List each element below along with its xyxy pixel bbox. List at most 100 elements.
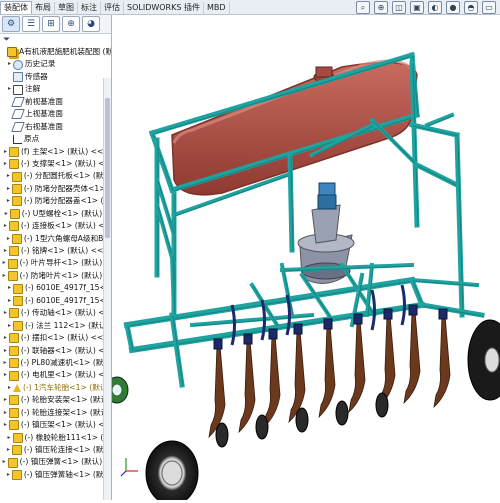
expand-arrow-icon[interactable]: ▸ (2, 345, 9, 357)
tree-item[interactable]: ▸ (-) 橡胶轮胎111<1> (默 (0, 432, 111, 444)
tree-item[interactable]: ▸ 历史记录 (0, 58, 111, 70)
tree-item[interactable]: ▸ (f) 主架<1> (默认) <<默 (0, 146, 111, 158)
expand-arrow-icon[interactable]: ▸ (2, 357, 9, 369)
tree-item[interactable]: ▸ (-) U型螺栓<1> (默认) < (0, 208, 111, 220)
expand-arrow-icon[interactable]: ▸ (3, 208, 10, 220)
tree-item-label: (-) 镇压弹簧轴<1> (默认 (23, 469, 111, 479)
expand-arrow-icon[interactable]: ▸ (6, 382, 13, 394)
tree-item[interactable]: ▸ (-) 传动轴<1> (默认) << (0, 307, 111, 319)
tree-item[interactable]: ▸ (-) 法兰 112<1> (默认) (0, 320, 111, 332)
tree-item[interactable]: ▸ (-) 铭牌<1> (默认) <<默 (0, 245, 111, 257)
tree-item[interactable]: ▸ (-) 防堵分配器盖<1> (默 (0, 195, 111, 207)
tree-item[interactable]: ▸ (-) 镇压弹簧<1> (默认) < (0, 456, 111, 468)
expand-arrow-icon[interactable]: ▸ (6, 432, 13, 444)
search-icon[interactable]: ⌕ (356, 1, 370, 14)
expand-arrow-icon[interactable]: ▸ (5, 469, 12, 481)
expand-arrow-icon[interactable]: ▸ (5, 183, 12, 195)
tree-item[interactable]: ▸ (-) 防堵叶片<1> (默认) < (0, 270, 111, 282)
expand-arrow-icon[interactable]: ▸ (6, 295, 13, 307)
tree-item[interactable]: ▸ (-) 电机里<1> (默认) << (0, 369, 111, 381)
scrollbar-thumb[interactable] (105, 98, 110, 238)
tree-item[interactable]: 前视基准面 (0, 96, 111, 108)
tree-item[interactable]: ▸ (-) 轮胎安装架<1> (默认) (0, 394, 111, 406)
zoom-icon[interactable]: ⊕ (374, 1, 388, 14)
expand-arrow-icon[interactable]: ▸ (2, 146, 9, 158)
expand-arrow-icon[interactable]: ▸ (5, 195, 12, 207)
motor-cap (318, 182, 336, 196)
expand-arrow-icon[interactable]: ▸ (2, 220, 9, 232)
tree-item[interactable]: ▸ (-) 连接板<1> (默认) << (0, 220, 111, 232)
expand-arrow-icon[interactable]: ▸ (6, 320, 13, 332)
expand-arrow-icon[interactable]: ▸ (2, 419, 9, 431)
configuration-manager-icon[interactable]: ⊞ (42, 16, 60, 32)
filter-icon[interactable]: ⏷ (0, 34, 111, 46)
expand-arrow-icon[interactable]: ▸ (1, 270, 8, 282)
tree-item[interactable]: ▸ (-) 摆扣<1> (默认) <<默 (0, 332, 111, 344)
display-manager-icon[interactable]: ◕ (82, 16, 100, 32)
tab-4[interactable]: 评估 (101, 2, 124, 14)
tree-item[interactable]: ▸ (-) 6010E_4917f_15<1 (0, 282, 111, 294)
tree-item[interactable]: ▸ (-) 镇压弹簧轴<1> (默认 (0, 469, 111, 481)
tree-item[interactable]: 原点 (0, 133, 111, 145)
tree-item[interactable]: A有机液肥施肥机装配图 (默 (0, 46, 111, 58)
tab-5[interactable]: SOLIDWORKS 插件 (124, 2, 204, 14)
expand-arrow-icon[interactable]: ▸ (6, 282, 13, 294)
tree-item[interactable]: ▸ (-) PL80减速机<1> (默认 (0, 357, 111, 369)
expand-arrow-icon[interactable]: ▸ (5, 444, 12, 456)
graphics-area[interactable] (105, 15, 500, 503)
tree-item[interactable]: 右视基准面 (0, 121, 111, 133)
expand-arrow-icon[interactable]: ▸ (2, 158, 9, 170)
tree-item[interactable]: ▸ (-) 分配圆托板<1> (默认 (0, 170, 111, 182)
tree-item[interactable]: ▸ (-) 轮胎连接架<1> (默认) (0, 407, 111, 419)
tree-item[interactable]: ▸ (-) 镇压架<1> (默认) << (0, 419, 111, 431)
beam-shadow (172, 315, 184, 387)
part-icon (7, 271, 18, 282)
tree-item[interactable]: 上视基准面 (0, 108, 111, 120)
tree-scrollbar[interactable] (103, 78, 111, 500)
feature-manager-panel: ⚙ ☰ ⊞ ⊕ ◕ ⏷ A有机液肥施肥机装配图 (默 ▸ 历史记录 传感器 ▸ 注解 前视基准面 上视… (0, 15, 112, 500)
tab-0[interactable]: 装配体 (0, 1, 32, 14)
expand-arrow-icon[interactable]: ▸ (2, 307, 9, 319)
assembly-model[interactable] (105, 15, 500, 503)
expand-arrow-icon[interactable]: ▸ (1, 257, 8, 269)
expand-arrow-icon[interactable]: ▸ (2, 407, 9, 419)
monitor-icon[interactable]: ▭ (482, 1, 496, 14)
tree-item-label: (-) PL80减速机<1> (默认 (20, 357, 111, 367)
tab-1[interactable]: 布局 (32, 2, 55, 14)
tree-item[interactable]: ▸ (-) 6010E_4917f_15<2 (0, 295, 111, 307)
tree-item[interactable]: ▸ (-) 防堵分配器壳体<1> ( (0, 183, 111, 195)
furrow-opener-tine (263, 334, 281, 429)
property-manager-icon[interactable]: ☰ (22, 16, 40, 32)
tree-item[interactable]: ▸ (-) 1汽车轮胎<1> (默认 (0, 382, 111, 394)
display-icon[interactable]: ▣ (410, 1, 424, 14)
tree-item[interactable]: ▸ (-) 1型六角螺母A级和B级 (0, 233, 111, 245)
tree-item[interactable]: ▸ (-) 联轴器<1> (默认) << (0, 345, 111, 357)
tab-2[interactable]: 草图 (55, 2, 78, 14)
tree-item[interactable]: ▸ 注解 (0, 83, 111, 95)
feature-manager-icon[interactable]: ⚙ (2, 16, 20, 32)
expand-arrow-icon[interactable]: ▸ (2, 332, 9, 344)
expand-arrow-icon[interactable]: ▸ (2, 245, 9, 257)
expand-arrow-icon[interactable]: ▸ (6, 58, 13, 70)
tab-3[interactable]: 标注 (78, 2, 101, 14)
tree-item[interactable]: ▸ (-) 叶片导杆<1> (默认) < (0, 257, 111, 269)
expand-arrow-icon[interactable]: ▸ (1, 456, 8, 468)
tree-item[interactable]: ▸ (-) 镇压轮连接<1> (默认 (0, 444, 111, 456)
expand-arrow-icon[interactable]: ▸ (2, 369, 9, 381)
wheel-hub (161, 460, 183, 486)
tab-6[interactable]: MBD (204, 2, 230, 14)
expand-arrow-icon[interactable]: ▸ (2, 394, 9, 406)
tree-item[interactable]: ▸ (-) 支撑架<1> (默认) << (0, 158, 111, 170)
hide-icon[interactable]: ◐ (428, 1, 442, 14)
part-icon (13, 320, 23, 331)
expand-arrow-icon[interactable]: ▸ (5, 170, 12, 182)
expand-arrow-icon[interactable]: ▸ (6, 83, 13, 95)
scene-icon[interactable]: ◓ (464, 1, 478, 14)
part-icon (8, 221, 19, 232)
view-icon[interactable]: ◫ (392, 1, 406, 14)
expand-arrow-icon[interactable]: ▸ (5, 233, 12, 245)
appearance-icon[interactable]: ● (446, 1, 460, 14)
planter-frame[interactable] (105, 51, 500, 503)
dimxpert-icon[interactable]: ⊕ (62, 16, 80, 32)
tree-item[interactable]: 传感器 (0, 71, 111, 83)
